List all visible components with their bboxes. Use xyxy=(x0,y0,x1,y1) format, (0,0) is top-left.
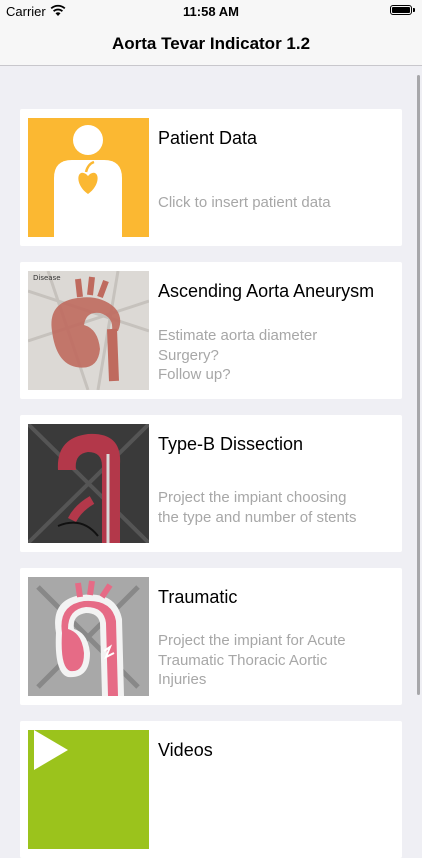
card-patient-data[interactable]: Patient Data Click to insert patient dat… xyxy=(20,109,402,246)
dissection-image xyxy=(28,424,149,543)
navigation-bar: Aorta Tevar Indicator 1.2 xyxy=(0,22,422,66)
traumatic-image xyxy=(28,577,149,696)
card-ascending-aorta-aneurysm[interactable]: Disease Ascending Aorta Aneurysm Estimat… xyxy=(20,262,402,399)
scrollbar[interactable] xyxy=(417,75,420,695)
patient-heart-icon xyxy=(28,118,149,237)
status-bar: Carrier 11:58 AM xyxy=(0,0,422,22)
card-title: Traumatic xyxy=(158,587,238,607)
battery-icon xyxy=(390,5,415,15)
card-subtitle: Estimate aorta diameter Surgery? Follow … xyxy=(158,327,318,383)
status-time: 11:58 AM xyxy=(183,4,239,19)
card-subtitle: Project the impiant for Acute Traumatic … xyxy=(158,632,346,688)
card-videos[interactable]: Videos xyxy=(20,721,402,858)
card-title: Videos xyxy=(158,740,213,760)
page-title: Aorta Tevar Indicator 1.2 xyxy=(111,34,311,53)
card-traumatic[interactable]: Traumatic Project the impiant for Acute … xyxy=(20,568,402,705)
card-title: Ascending Aorta Aneurysm xyxy=(158,281,375,301)
play-icon xyxy=(28,730,149,849)
svg-text:Disease: Disease xyxy=(33,274,61,282)
card-subtitle: Click to insert patient data xyxy=(158,194,331,211)
card-subtitle: Project the impiant choosing the type an… xyxy=(158,489,357,526)
aorta-aneurysm-image: Disease xyxy=(28,271,149,390)
card-title: Type-B Dissection xyxy=(158,434,304,454)
card-type-b-dissection[interactable]: Type-B Dissection Project the impiant ch… xyxy=(20,415,402,552)
card-title: Patient Data xyxy=(158,128,258,148)
